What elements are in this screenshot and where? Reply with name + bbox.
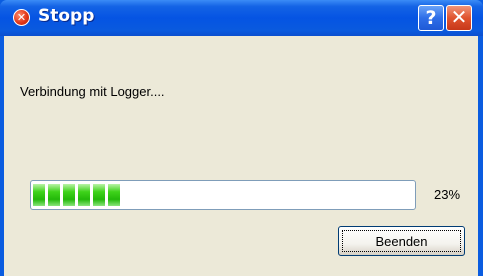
dialog-window: ✕ Stopp ? ✕ Verbindung mit Logger.... 23… [0, 0, 483, 276]
progress-segment [33, 184, 45, 206]
progress-segment [63, 184, 75, 206]
progress-percent-label: 23% [434, 187, 461, 202]
progress-segment [48, 184, 60, 206]
progress-segment [78, 184, 90, 206]
close-button[interactable]: ✕ [446, 5, 472, 31]
help-button[interactable]: ? [418, 5, 444, 31]
title-bar[interactable]: ✕ Stopp ? ✕ [0, 0, 483, 36]
window-title: Stopp [38, 6, 95, 26]
progress-segment [108, 184, 120, 206]
progress-segment [93, 184, 105, 206]
progress-fill [33, 184, 120, 206]
status-label: Verbindung mit Logger.... [20, 84, 165, 99]
error-icon: ✕ [13, 9, 30, 26]
progress-bar [30, 180, 416, 210]
end-button[interactable]: Beenden [338, 226, 465, 256]
